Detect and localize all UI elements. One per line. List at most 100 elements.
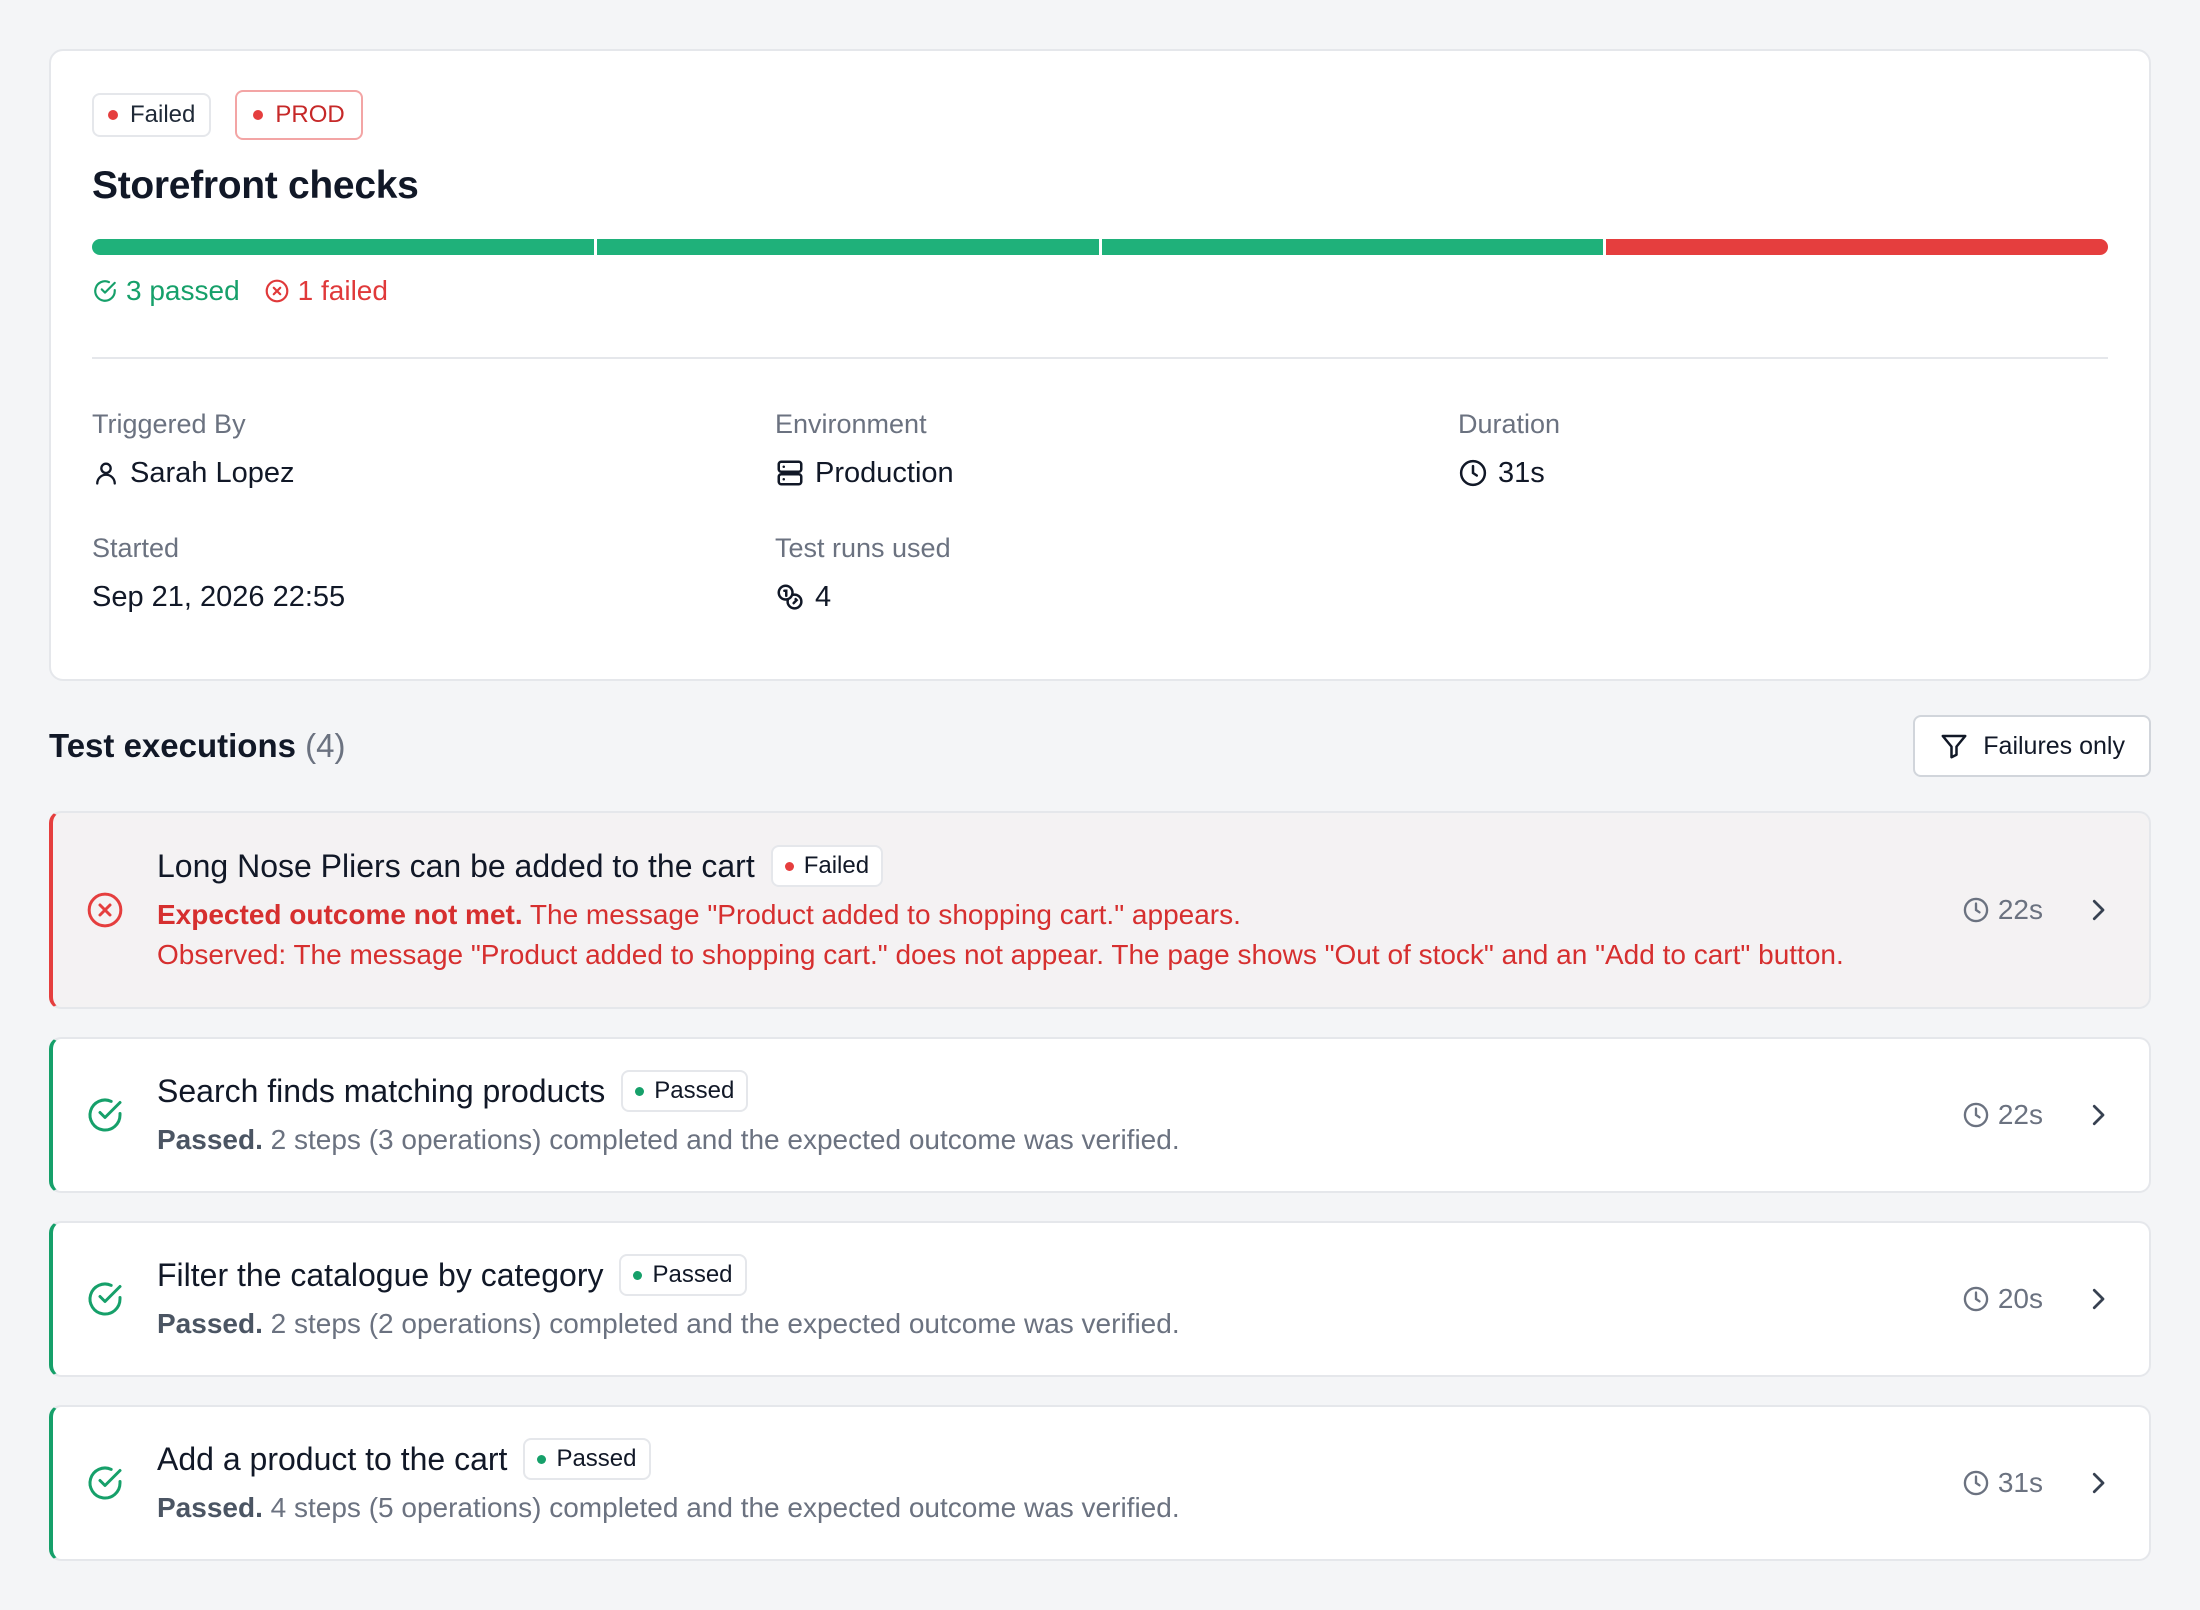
execution-duration-value: 20s	[1997, 1283, 2043, 1314]
execution-body: Filter the catalogue by category Passed …	[157, 1254, 1962, 1344]
executions-title-label: Test executions	[49, 727, 296, 764]
meta-duration: Duration 31s	[1458, 407, 2108, 491]
filter-icon	[1941, 734, 1967, 759]
x-circle-icon	[265, 279, 289, 303]
execution-duration: 22s	[1962, 894, 2043, 926]
coins-icon	[777, 584, 803, 610]
execution-description: Passed. 4 steps (5 operations) completed…	[157, 1488, 1962, 1528]
execution-description-text: 2 steps (3 operations) completed and the…	[270, 1124, 1180, 1155]
status-dot	[537, 1454, 547, 1464]
execution-status-badge: Passed	[523, 1438, 651, 1480]
status-dot	[108, 110, 118, 120]
results-progress-bar	[92, 239, 2108, 255]
execution-duration-value: 22s	[1997, 1099, 2043, 1130]
passed-count-label: 3 passed	[126, 275, 240, 306]
execution-status-label: Passed	[556, 1445, 637, 1472]
status-dot	[633, 1270, 643, 1280]
progress-segment-passed	[596, 239, 1099, 255]
meta-environment: Environment Production	[775, 407, 1458, 491]
executions-list: Long Nose Pliers can be added to the car…	[49, 811, 2151, 1561]
meta-test-runs: Test runs used 4	[775, 531, 1458, 615]
clock-icon	[1963, 897, 1989, 923]
meta-value: 4	[775, 579, 1458, 615]
badge-row: Failed PROD	[92, 90, 2108, 140]
server-icon	[777, 460, 803, 486]
meta-started: Started Sep 21, 2026 22:55	[92, 531, 775, 615]
failures-only-label: Failures only	[1983, 731, 2125, 760]
execution-title-row: Filter the catalogue by category Passed	[157, 1254, 1962, 1296]
meta-label: Started	[92, 533, 180, 563]
failed-count: 1 failed	[264, 275, 388, 307]
execution-name: Search finds matching products	[157, 1072, 606, 1109]
execution-name: Filter the catalogue by category	[157, 1256, 604, 1293]
user-icon	[96, 462, 116, 485]
meta-value: Production	[775, 455, 1458, 491]
environment-name: Production	[815, 456, 954, 489]
execution-row[interactable]: Long Nose Pliers can be added to the car…	[49, 811, 2151, 1009]
progress-segment-failed	[1606, 239, 2108, 255]
failed-count-label: 1 failed	[297, 275, 388, 306]
status-badge: Failed	[92, 93, 212, 137]
chevron-right-icon[interactable]	[2083, 1468, 2113, 1498]
meta-label: Environment	[775, 409, 927, 439]
clock-icon	[1963, 1102, 1989, 1128]
execution-description-text: 2 steps (2 operations) completed and the…	[270, 1308, 1180, 1339]
results-counts: 3 passed 1 failed	[92, 275, 2108, 307]
execution-duration: 20s	[1962, 1283, 2043, 1315]
execution-duration-value: 31s	[1997, 1467, 2043, 1498]
chevron-right-icon[interactable]	[2083, 1284, 2113, 1314]
execution-body: Add a product to the cart Passed Passed.…	[157, 1438, 1962, 1528]
execution-title-row: Add a product to the cart Passed	[157, 1438, 1962, 1480]
meta-value: Sep 21, 2026 22:55	[92, 579, 775, 615]
clock-icon	[1963, 1470, 1989, 1496]
status-dot	[635, 1086, 645, 1096]
execution-description-lead: Passed.	[157, 1492, 263, 1523]
triggered-by-name: Sarah Lopez	[130, 456, 295, 489]
execution-status-label: Passed	[652, 1261, 733, 1288]
execution-body: Search finds matching products Passed Pa…	[157, 1070, 1962, 1160]
check-circle-icon	[88, 1282, 122, 1316]
execution-row[interactable]: Add a product to the cart Passed Passed.…	[49, 1405, 2151, 1561]
executions-header: Test executions (4) Failures only	[49, 715, 2151, 777]
meta-triggered-by: Triggered By Sarah Lopez	[92, 407, 775, 491]
meta-label: Test runs used	[775, 533, 951, 563]
execution-row[interactable]: Filter the catalogue by category Passed …	[49, 1221, 2151, 1377]
execution-title-row: Search finds matching products Passed	[157, 1070, 1962, 1112]
clock-icon	[1459, 459, 1487, 487]
progress-segment-passed	[92, 239, 594, 255]
execution-duration: 31s	[1962, 1467, 2043, 1499]
test-runs-value: 4	[815, 580, 832, 613]
passed-count: 3 passed	[92, 275, 240, 307]
chevron-right-icon[interactable]	[2083, 1100, 2113, 1130]
check-circle-icon	[88, 1466, 122, 1500]
execution-description-lead: Expected outcome not met.	[157, 899, 523, 930]
x-circle-icon	[87, 892, 123, 928]
status-dot	[784, 861, 794, 871]
chevron-right-icon[interactable]	[2083, 895, 2113, 925]
execution-description: Expected outcome not met. The message "P…	[157, 895, 1962, 975]
progress-segment-passed	[1101, 239, 1604, 255]
execution-title-row: Long Nose Pliers can be added to the car…	[157, 845, 1962, 887]
environment-badge: PROD	[235, 90, 363, 140]
execution-name: Add a product to the cart	[157, 1440, 508, 1477]
meta-value: Sarah Lopez	[92, 455, 775, 491]
execution-description-text: The message "Product added to shopping c…	[529, 899, 1241, 930]
failures-only-filter-button[interactable]: Failures only	[1913, 715, 2151, 777]
page-title: Storefront checks	[92, 164, 419, 207]
check-circle-icon	[88, 1098, 122, 1132]
executions-count: (4)	[305, 727, 346, 764]
environment-dot	[253, 110, 264, 120]
summary-divider	[92, 357, 2108, 359]
execution-description-lead: Passed.	[157, 1124, 263, 1155]
execution-description: Passed. 2 steps (3 operations) completed…	[157, 1120, 1962, 1160]
duration-value: 31s	[1498, 456, 1545, 489]
execution-description-text: 4 steps (5 operations) completed and the…	[270, 1492, 1180, 1523]
execution-status-badge: Failed	[770, 845, 884, 887]
execution-name: Long Nose Pliers can be added to the car…	[157, 847, 755, 884]
execution-observed-text: Observed: The message "Product added to …	[157, 939, 1844, 970]
execution-status-label: Passed	[654, 1077, 735, 1104]
meta-value: 31s	[1458, 455, 2108, 491]
execution-row[interactable]: Search finds matching products Passed Pa…	[49, 1037, 2151, 1193]
environment-badge-label: PROD	[275, 101, 345, 128]
status-badge-label: Failed	[130, 101, 196, 128]
